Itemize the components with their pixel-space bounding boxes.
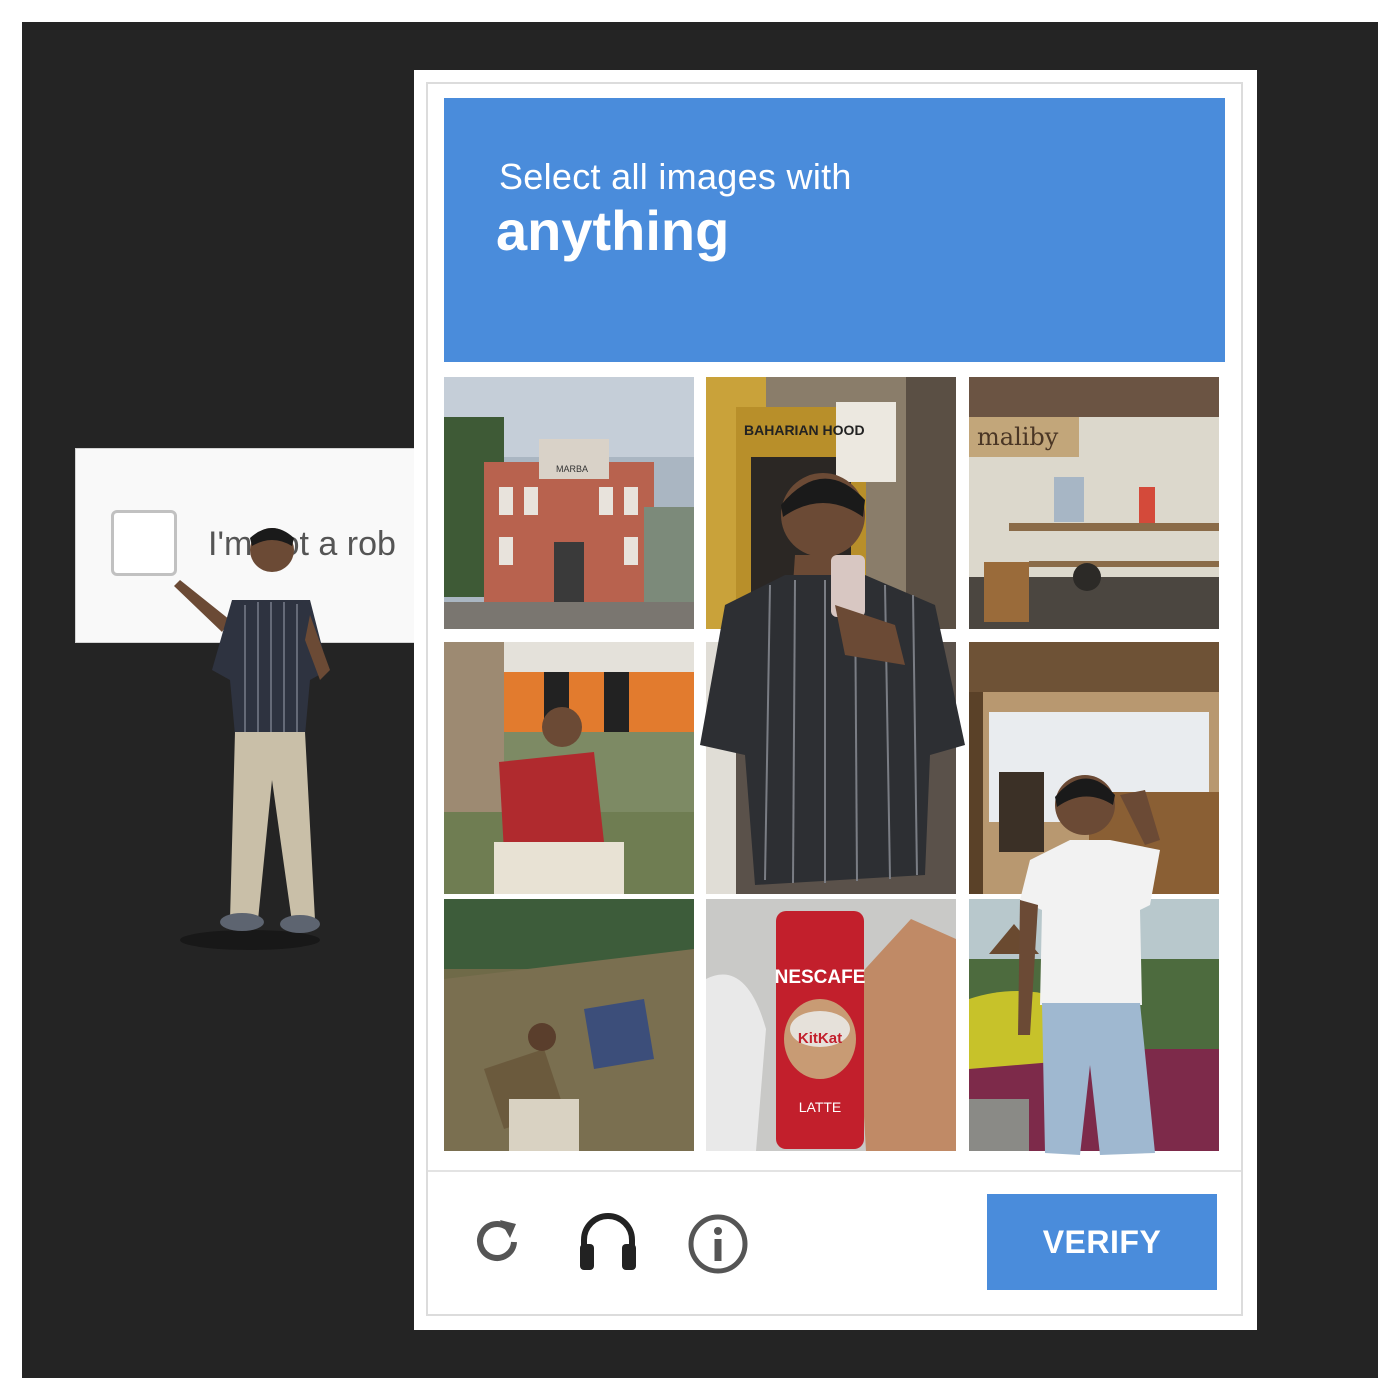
tile-sign-marba: MARBA bbox=[556, 464, 588, 474]
challenge-header: Select all images with anything bbox=[444, 98, 1225, 362]
can-brand-text: NESCAFE bbox=[775, 967, 866, 988]
image-tile-7[interactable] bbox=[444, 899, 694, 1151]
image-tile-8[interactable]: NESCAFE KitKat LATTE bbox=[706, 899, 956, 1151]
can-logo-text: KitKat bbox=[798, 1030, 842, 1047]
verify-button[interactable]: VERIFY bbox=[987, 1194, 1217, 1290]
image-tile-4[interactable] bbox=[444, 642, 694, 894]
tile-sign-maliby: maliby bbox=[977, 423, 1059, 451]
image-tile-3[interactable]: maliby bbox=[969, 377, 1219, 629]
can-flavor-text: LATTE bbox=[799, 1099, 842, 1115]
image-tile-1[interactable]: MARBA bbox=[444, 377, 694, 629]
headphones-icon[interactable] bbox=[576, 1208, 640, 1274]
white-shirt-person-cutout bbox=[1018, 775, 1160, 1155]
reload-icon[interactable] bbox=[470, 1214, 526, 1270]
footer-divider bbox=[428, 1170, 1241, 1172]
center-person-cutout bbox=[700, 473, 965, 885]
person-cutout bbox=[174, 528, 330, 950]
instruction-target: anything bbox=[496, 199, 730, 262]
info-icon[interactable] bbox=[686, 1212, 750, 1276]
tile-sign-baharian: BAHARIAN HOOD bbox=[744, 422, 865, 438]
instruction-text: Select all images with bbox=[499, 156, 852, 197]
